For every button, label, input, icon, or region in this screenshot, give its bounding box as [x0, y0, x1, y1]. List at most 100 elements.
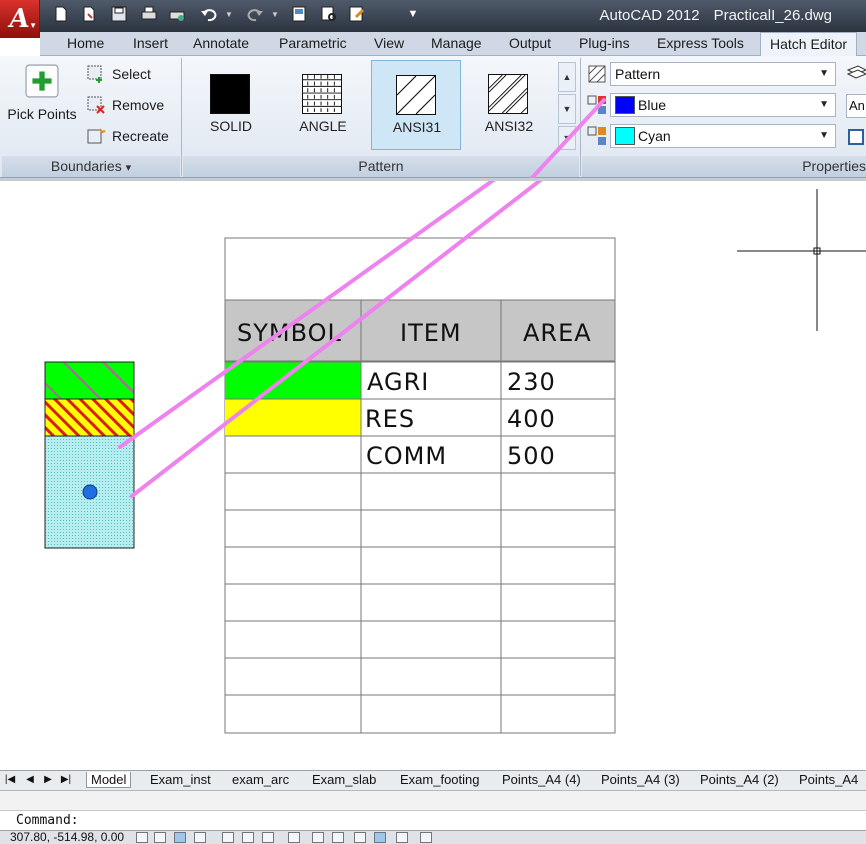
matchprop-button[interactable]: [318, 4, 340, 24]
boundaries-panel-footer[interactable]: Boundaries ▾: [2, 156, 180, 177]
sheet-set-button[interactable]: [288, 4, 310, 24]
cell-item: AGRI: [367, 368, 429, 396]
res-hatch-region[interactable]: [44, 398, 135, 437]
tab-insert[interactable]: Insert: [133, 35, 168, 51]
last-layout-button[interactable]: ▶|: [60, 773, 72, 787]
background-color-select[interactable]: Cyan ▼: [610, 124, 836, 148]
selection-cycling-toggle-icon[interactable]: [420, 832, 432, 843]
previous-layout-button[interactable]: ◀: [24, 773, 36, 787]
hatch-type-icon: [588, 65, 606, 83]
layout-tab[interactable]: Exam_footing: [400, 772, 480, 787]
dyn-toggle-icon[interactable]: [332, 832, 344, 843]
pattern-label: ANSI31: [392, 119, 442, 135]
transparency-toggle-icon[interactable]: [374, 832, 386, 843]
background-color-swatch: [615, 127, 635, 145]
lineweight-toggle-icon[interactable]: [354, 832, 366, 843]
hatch-color-icon: [587, 95, 606, 114]
redo-icon: [247, 9, 263, 22]
layout-tab[interactable]: Exam_inst: [150, 772, 211, 787]
recreate-boundary-button[interactable]: Recreate: [86, 126, 169, 146]
layer-icon[interactable]: [846, 62, 866, 84]
agri-hatch-region[interactable]: [44, 361, 135, 400]
schedule-table[interactable]: [224, 237, 616, 734]
layout-tab-model[interactable]: Model: [86, 772, 132, 788]
select-label: Select: [112, 66, 151, 82]
hatch-color-swatch: [615, 96, 635, 114]
infer-constraints-toggle-icon[interactable]: [136, 832, 148, 843]
grid-toggle-icon[interactable]: [174, 832, 186, 843]
layout-tab[interactable]: Points_A4 (2): [700, 772, 779, 787]
tab-hatch-editor[interactable]: Hatch Editor: [760, 32, 858, 56]
command-line-input[interactable]: Command:: [0, 810, 866, 830]
tab-plug-ins[interactable]: Plug-ins: [579, 35, 630, 51]
hatch-color-select[interactable]: Blue ▼: [610, 93, 836, 117]
recreate-label: Recreate: [112, 128, 169, 144]
next-layout-button[interactable]: ▶: [42, 773, 54, 787]
properties-panel-footer: Properties: [582, 156, 866, 177]
remove-boundary-button[interactable]: Remove: [86, 95, 164, 115]
customize-quick-access-button[interactable]: ▼: [404, 4, 422, 24]
transparency-field[interactable]: An: [846, 94, 866, 118]
autocad-logo-icon: A: [7, 4, 32, 34]
pattern-swatch-angle[interactable]: ANGLE: [278, 60, 368, 150]
chevron-down-icon: ▾: [125, 162, 132, 174]
cell-item: COMM: [366, 442, 447, 470]
coordinate-readout[interactable]: 307.80, -514.98, 0.00: [10, 831, 124, 844]
undo-button[interactable]: [198, 4, 220, 24]
undo-dropdown[interactable]: ▼: [222, 4, 236, 24]
gallery-scroll-up-button[interactable]: ▲: [558, 62, 576, 92]
snap-toggle-icon[interactable]: [154, 832, 166, 843]
polar-toggle-icon[interactable]: [222, 832, 234, 843]
hatch-type-value: Pattern: [615, 66, 661, 82]
tab-home[interactable]: Home: [67, 35, 104, 51]
tab-output[interactable]: Output: [509, 35, 551, 51]
pattern-swatch-ansi32[interactable]: ANSI32: [464, 60, 554, 150]
tab-manage[interactable]: Manage: [431, 35, 482, 51]
open-file-button[interactable]: [78, 4, 100, 24]
layout-tab[interactable]: exam_arc: [232, 772, 289, 787]
tab-annotate[interactable]: Annotate: [193, 35, 249, 51]
chevron-down-icon: ▼: [819, 130, 829, 141]
application-menu-button[interactable]: A ▼: [0, 0, 40, 38]
transparency-icon[interactable]: [846, 126, 866, 148]
pick-points-button[interactable]: Pick Points: [7, 64, 77, 122]
plot-button[interactable]: [138, 4, 160, 24]
gallery-expand-button[interactable]: ▼: [558, 126, 576, 150]
new-file-icon: [55, 6, 67, 22]
tab-express-tools[interactable]: Express Tools: [657, 35, 744, 51]
layout-tab[interactable]: Points_A4 (3): [601, 772, 680, 787]
hatch-type-select[interactable]: Pattern ▼: [610, 62, 836, 86]
select-boundary-icon: [87, 65, 102, 83]
ducs-toggle-icon[interactable]: [312, 832, 324, 843]
layout-tab[interactable]: Exam_slab: [312, 772, 376, 787]
3d-osnap-toggle-icon[interactable]: [262, 832, 274, 843]
select-boundary-button[interactable]: Select: [86, 64, 151, 84]
new-file-button[interactable]: [50, 4, 72, 24]
chevron-down-icon: ▼: [29, 21, 37, 30]
drawing-canvas[interactable]: SYMBOL ITEM AREA AGRI 230 RES 400 COMM 5…: [0, 178, 866, 770]
remove-boundary-icon: [87, 96, 105, 114]
gallery-scroll-down-button[interactable]: ▼: [558, 94, 576, 124]
properties-button[interactable]: [346, 4, 368, 24]
quick-properties-toggle-icon[interactable]: [396, 832, 408, 843]
otrack-toggle-icon[interactable]: [288, 832, 300, 843]
ortho-toggle-icon[interactable]: [194, 832, 206, 843]
magnifier-sheet-icon: [321, 6, 336, 21]
tab-view[interactable]: View: [374, 35, 404, 51]
drawing-area[interactable]: SYMBOL ITEM AREA AGRI 230 RES 400 COMM 5…: [0, 181, 866, 771]
save-button[interactable]: [108, 4, 130, 24]
pattern-swatch-ansi31[interactable]: ANSI31: [371, 60, 461, 150]
file-name: PracticalI_26.dwg: [713, 7, 832, 24]
hatch-grip-point[interactable]: [82, 484, 98, 500]
symbol-cell-res: [225, 399, 361, 436]
layout-tab[interactable]: Points_A4: [799, 772, 858, 787]
publish-button[interactable]: [166, 4, 188, 24]
osnap-toggle-icon[interactable]: [242, 832, 254, 843]
redo-button[interactable]: [244, 4, 266, 24]
first-layout-button[interactable]: |◀: [4, 773, 16, 787]
pattern-swatch-solid[interactable]: SOLID: [186, 60, 276, 150]
cell-item: RES: [365, 405, 415, 433]
layout-tab[interactable]: Points_A4 (4): [502, 772, 581, 787]
tab-parametric[interactable]: Parametric: [279, 35, 347, 51]
redo-dropdown[interactable]: ▼: [268, 4, 282, 24]
